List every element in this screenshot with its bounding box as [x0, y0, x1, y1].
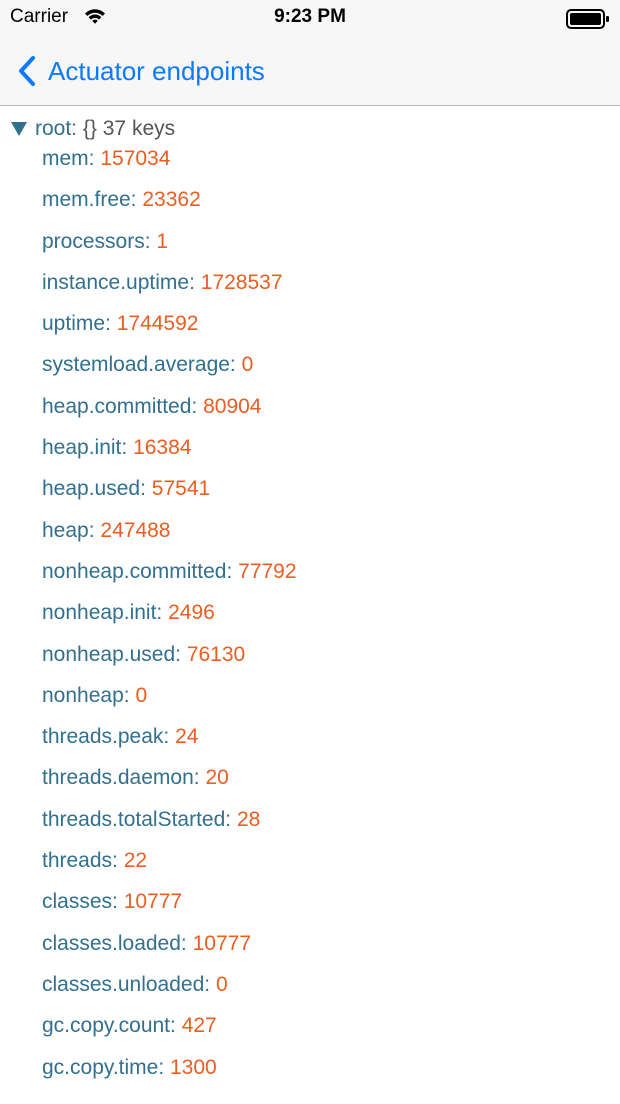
list-item[interactable]: classes.unloaded: 0: [42, 970, 297, 1011]
item-key: heap.committed:: [42, 394, 198, 418]
item-key: nonheap.used:: [42, 642, 181, 666]
key-value-list: mem: 157034 mem.free: 23362 processors: 1i…: [42, 144, 297, 1094]
item-key: classes:: [42, 890, 118, 914]
item-value: 57541: [151, 477, 211, 501]
item-value: 0: [135, 683, 148, 707]
item-key: threads:: [42, 849, 118, 873]
list-item[interactable]: nonheap.used: 76130: [42, 640, 297, 681]
item-value: 77792: [238, 559, 297, 583]
item-value: 16384: [133, 436, 192, 460]
list-item[interactable]: uptime: 1744592: [42, 309, 297, 350]
list-item[interactable]: processors: 1: [42, 227, 297, 268]
item-value: 1300: [170, 1055, 217, 1079]
item-key: threads.totalStarted:: [42, 807, 232, 831]
item-value: 20: [205, 766, 229, 790]
back-label: Actuator endpoints: [48, 55, 265, 86]
list-item[interactable]: gc.copy.count: 427: [42, 1011, 297, 1052]
list-item[interactable]: heap: 247488: [42, 516, 297, 557]
battery-full-icon: [566, 9, 609, 29]
item-key: instance.uptime:: [42, 270, 195, 294]
tree-root-node[interactable]: root: {} 37 keys: [10, 116, 175, 142]
item-value: 1744592: [116, 312, 199, 336]
list-item[interactable]: threads.totalStarted: 28: [42, 805, 297, 846]
item-value: 2496: [168, 601, 215, 625]
chevron-left-icon: [19, 56, 35, 86]
status-time: 9:23 PM: [274, 6, 346, 27]
list-item[interactable]: nonheap.committed: 77792: [42, 557, 297, 598]
list-item[interactable]: threads.daemon: 20: [42, 763, 297, 804]
status-bar: Carrier 9:23 PM: [0, 0, 620, 40]
item-key: mem.free:: [42, 188, 137, 212]
item-value: 0: [241, 353, 254, 377]
item-value: 1728537: [200, 270, 283, 294]
item-key: systemload.average:: [42, 353, 236, 377]
item-value: 157034: [100, 147, 171, 170]
item-key: gc.copy.count:: [42, 1014, 176, 1038]
back-button[interactable]: Actuator endpoints: [14, 54, 265, 88]
item-key: threads.peak:: [42, 725, 170, 749]
list-item[interactable]: classes.loaded: 10777: [42, 929, 297, 970]
item-value: 10777: [123, 890, 183, 914]
list-item[interactable]: threads: 22: [42, 846, 297, 887]
list-item[interactable]: systemload.average: 0: [42, 350, 297, 391]
list-item[interactable]: heap.committed: 80904: [42, 392, 297, 433]
item-key: processors:: [42, 229, 151, 253]
item-key: gc.copy.time:: [42, 1055, 165, 1079]
disclosure-triangle-icon[interactable]: [10, 121, 28, 137]
item-key: mem:: [42, 147, 95, 170]
item-value: 247488: [100, 518, 171, 542]
list-item[interactable]: mem: 157034: [42, 144, 297, 185]
list-item[interactable]: heap.used: 57541: [42, 474, 297, 515]
item-key: nonheap.init:: [42, 601, 163, 625]
list-item[interactable]: heap.init: 16384: [42, 433, 297, 474]
item-value: 1: [156, 229, 169, 253]
list-item[interactable]: nonheap: 0: [42, 681, 297, 722]
item-value: 28: [236, 807, 261, 831]
item-value: 0: [215, 972, 228, 996]
list-item[interactable]: threads.peak: 24: [42, 722, 297, 763]
item-key: uptime:: [42, 312, 111, 336]
item-value: 23362: [142, 188, 201, 212]
item-value: 76130: [186, 642, 246, 666]
list-item[interactable]: mem.free: 23362: [42, 185, 297, 226]
item-key: nonheap.committed:: [42, 559, 233, 583]
item-value: 24: [175, 725, 199, 749]
list-item[interactable]: classes: 10777: [42, 887, 297, 928]
root-key-count: 37 keys: [102, 117, 176, 140]
json-tree-view[interactable]: root: {} 37 keys mem: 157034 mem.free: 23…: [0, 106, 620, 1104]
item-key: heap:: [42, 518, 95, 542]
item-value: 80904: [203, 394, 262, 418]
root-key: root:: [35, 117, 78, 140]
item-key: heap.init:: [42, 436, 128, 460]
item-key: heap.used:: [42, 477, 146, 501]
item-key: threads.daemon:: [42, 766, 200, 790]
list-item[interactable]: gc.copy.time: 1300: [42, 1053, 297, 1094]
item-value: 22: [123, 849, 148, 873]
item-value: 10777: [192, 931, 252, 955]
list-item[interactable]: nonheap.init: 2496: [42, 598, 297, 639]
list-item[interactable]: instance.uptime: 1728537: [42, 268, 297, 309]
item-key: nonheap:: [42, 683, 130, 707]
item-value: 427: [181, 1014, 217, 1038]
navigation-bar: Actuator endpoints: [0, 40, 620, 106]
item-key: classes.loaded:: [42, 931, 187, 955]
item-key: classes.unloaded:: [42, 972, 211, 996]
root-type-label: {}: [82, 117, 97, 140]
